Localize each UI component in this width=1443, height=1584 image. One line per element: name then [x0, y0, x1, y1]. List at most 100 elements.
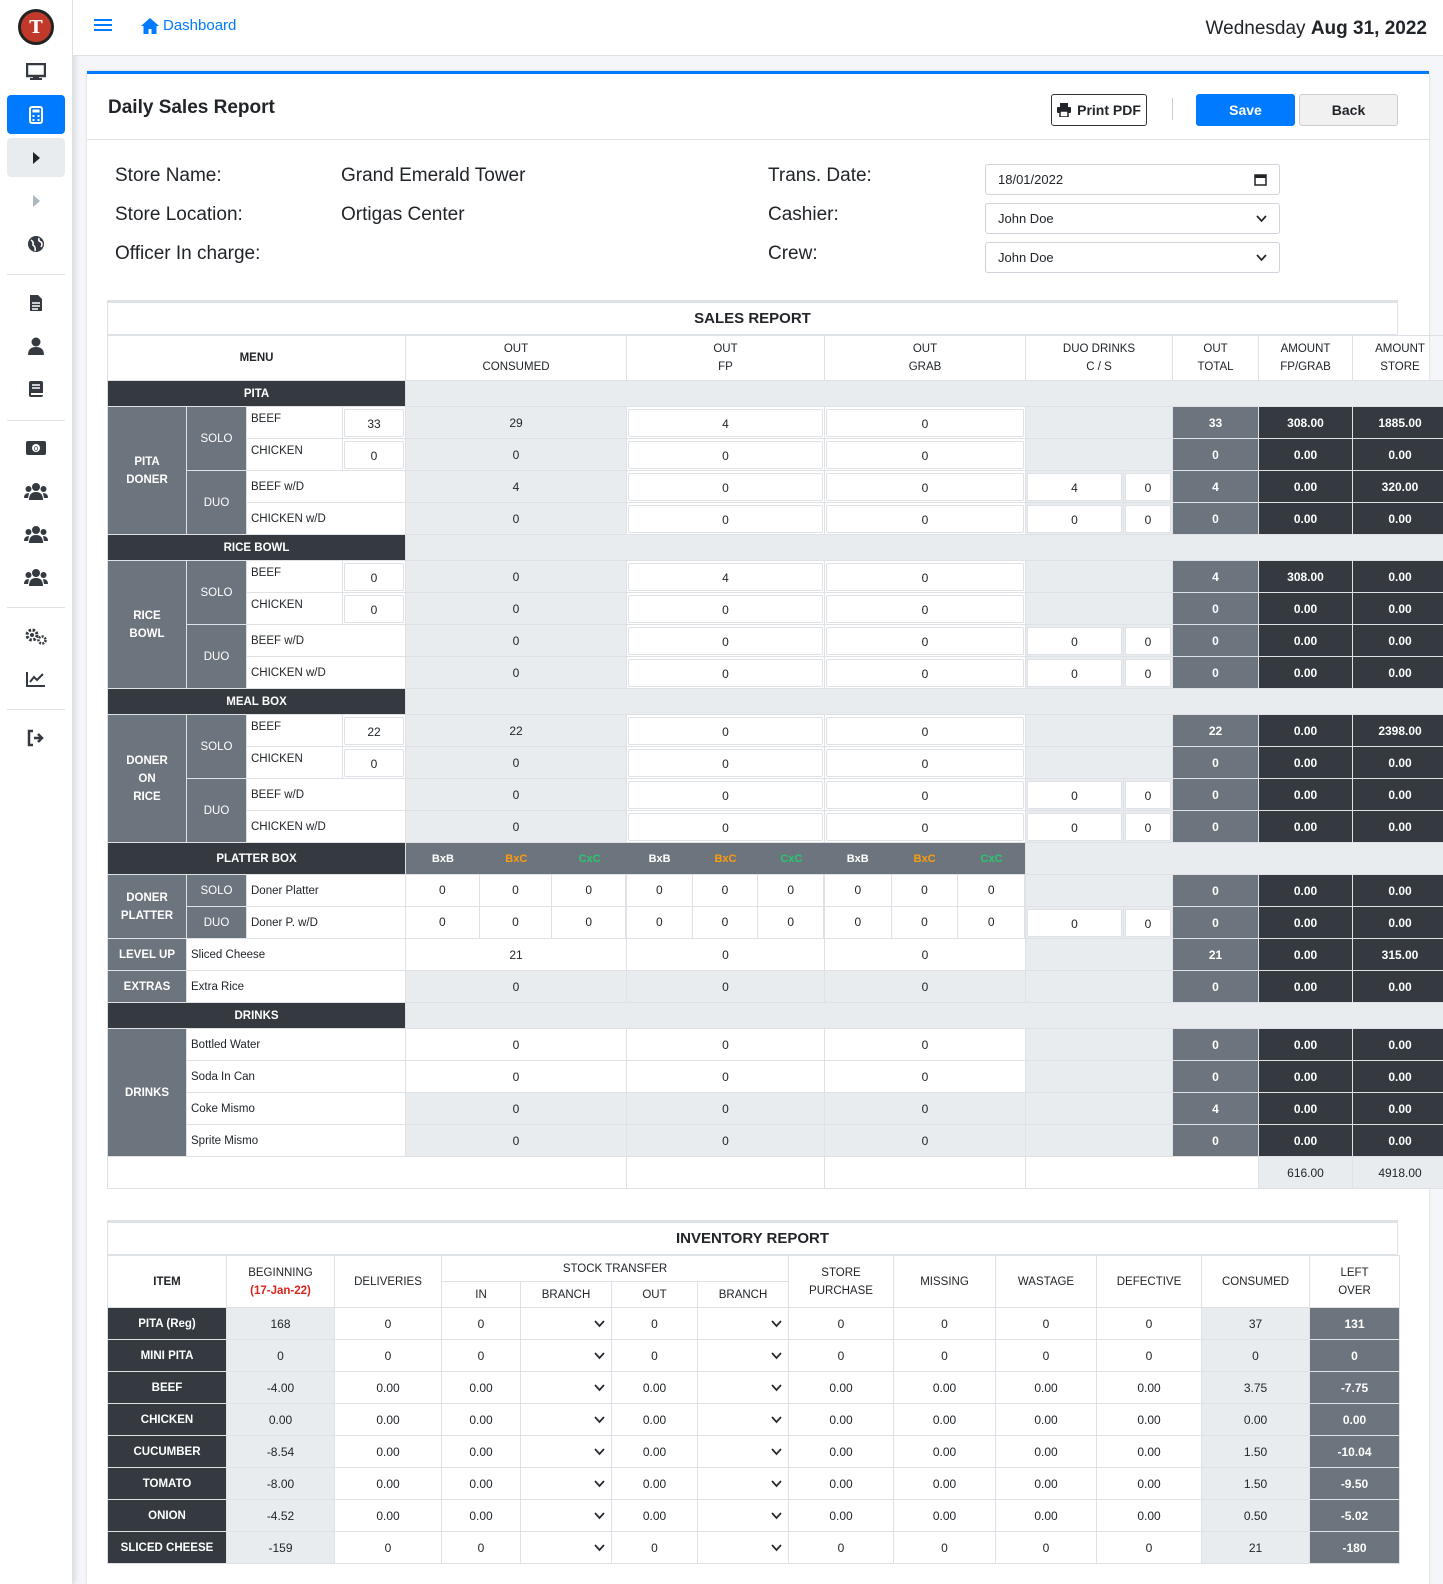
cogs-icon[interactable]: [7, 616, 65, 655]
qty-input[interactable]: 0: [344, 594, 404, 623]
transfer-out-input[interactable]: 0: [611, 1307, 698, 1340]
platter-input[interactable]: 0: [552, 875, 626, 906]
wastage-input[interactable]: 0.00: [995, 1403, 1097, 1436]
platter-input[interactable]: 0: [480, 907, 553, 938]
platter-input[interactable]: 0: [958, 907, 1025, 938]
out-grab-input[interactable]: 0: [826, 440, 1024, 469]
transfer-in-input[interactable]: 0: [441, 1307, 521, 1340]
desktop-icon[interactable]: [7, 52, 65, 91]
branch-out-select[interactable]: [697, 1371, 789, 1404]
qty-input[interactable]: 33: [344, 408, 404, 437]
deliveries-input[interactable]: 0.00: [334, 1467, 442, 1500]
out-fp-input[interactable]: 0: [628, 780, 823, 809]
branch-in-select[interactable]: [520, 1371, 612, 1404]
wastage-input[interactable]: 0.00: [995, 1499, 1097, 1532]
platter-input[interactable]: 0: [552, 907, 626, 938]
defective-input[interactable]: 0.00: [1096, 1371, 1202, 1404]
users-icon[interactable]: [7, 471, 65, 510]
branch-in-select[interactable]: [520, 1307, 612, 1340]
qty-input[interactable]: 0: [344, 748, 404, 777]
branch-in-select[interactable]: [520, 1467, 612, 1500]
transfer-in-input[interactable]: 0.00: [441, 1467, 521, 1500]
out-grab-input[interactable]: 0: [826, 658, 1024, 687]
branch-in-select[interactable]: [520, 1531, 612, 1564]
out-fp-input[interactable]: 0: [628, 472, 823, 501]
out-grab-input[interactable]: 0: [826, 408, 1024, 437]
missing-input[interactable]: 0.00: [893, 1403, 996, 1436]
print-pdf-button[interactable]: Print PDF: [1051, 94, 1147, 126]
out-grab-input[interactable]: 0: [826, 626, 1024, 655]
defective-input[interactable]: 0.00: [1096, 1403, 1202, 1436]
defective-input[interactable]: 0.00: [1096, 1435, 1202, 1468]
store-purchase-input[interactable]: 0: [788, 1307, 894, 1340]
logo[interactable]: T: [18, 9, 54, 45]
duo-s-input[interactable]: 0: [1125, 658, 1172, 687]
out-fp-input[interactable]: 0: [628, 748, 823, 777]
transfer-in-input[interactable]: 0: [441, 1339, 521, 1372]
transfer-in-input[interactable]: 0: [441, 1531, 521, 1564]
deliveries-input[interactable]: 0.00: [334, 1435, 442, 1468]
missing-input[interactable]: 0.00: [893, 1499, 996, 1532]
platter-input[interactable]: 0: [892, 907, 959, 938]
defective-input[interactable]: 0.00: [1096, 1499, 1202, 1532]
wastage-input[interactable]: 0: [995, 1339, 1097, 1372]
defective-input[interactable]: 0.00: [1096, 1467, 1202, 1500]
branch-in-select[interactable]: [520, 1435, 612, 1468]
store-purchase-input[interactable]: 0: [788, 1531, 894, 1564]
out-grab-input[interactable]: 0: [826, 812, 1024, 841]
duo-c-input[interactable]: 0: [1027, 780, 1122, 809]
platter-input[interactable]: 0: [407, 875, 480, 906]
store-purchase-input[interactable]: 0.00: [788, 1403, 894, 1436]
users-icon[interactable]: [7, 557, 65, 596]
out-fp-input[interactable]: 0: [628, 716, 823, 745]
defective-input[interactable]: 0: [1096, 1339, 1202, 1372]
transfer-in-input[interactable]: 0.00: [441, 1435, 521, 1468]
out-grab-input[interactable]: 0: [826, 472, 1024, 501]
transfer-in-input[interactable]: 0.00: [441, 1371, 521, 1404]
out-grab-input[interactable]: 0: [826, 562, 1024, 591]
defective-input[interactable]: 0: [1096, 1531, 1202, 1564]
transfer-out-input[interactable]: 0.00: [611, 1371, 698, 1404]
out-fp-input[interactable]: 0: [628, 812, 823, 841]
out-grab-input[interactable]: 0: [826, 594, 1024, 623]
deliveries-input[interactable]: 0.00: [334, 1403, 442, 1436]
platter-input[interactable]: 0: [958, 875, 1025, 906]
sign-out-icon[interactable]: [7, 718, 65, 757]
platter-input[interactable]: 0: [480, 875, 553, 906]
transfer-in-input[interactable]: 0.00: [441, 1499, 521, 1532]
transfer-out-input[interactable]: 0.00: [611, 1499, 698, 1532]
qty-input[interactable]: 0: [344, 562, 404, 591]
transfer-out-input[interactable]: 0: [611, 1531, 698, 1564]
wastage-input[interactable]: 0: [995, 1307, 1097, 1340]
out-fp-input[interactable]: 0: [628, 594, 823, 623]
wastage-input[interactable]: 0: [995, 1531, 1097, 1564]
qty-input[interactable]: 22: [344, 716, 404, 745]
branch-in-select[interactable]: [520, 1499, 612, 1532]
store-purchase-input[interactable]: 0.00: [788, 1371, 894, 1404]
duo-s-input[interactable]: 0: [1125, 626, 1172, 655]
out-grab-input[interactable]: 0: [826, 504, 1024, 533]
users-icon[interactable]: [7, 514, 65, 553]
store-purchase-input[interactable]: 0.00: [788, 1435, 894, 1468]
branch-out-select[interactable]: [697, 1339, 789, 1372]
out-grab-input[interactable]: 0: [826, 780, 1024, 809]
out-grab-input[interactable]: 0: [826, 716, 1024, 745]
deliveries-input[interactable]: 0: [334, 1531, 442, 1564]
platter-input[interactable]: 0: [628, 907, 693, 938]
branch-in-select[interactable]: [520, 1403, 612, 1436]
calculator-icon[interactable]: [7, 95, 65, 134]
missing-input[interactable]: 0: [893, 1339, 996, 1372]
duo-s-input[interactable]: 0: [1125, 472, 1172, 501]
store-purchase-input[interactable]: 0.00: [788, 1499, 894, 1532]
deliveries-input[interactable]: 0.00: [334, 1499, 442, 1532]
platter-input[interactable]: 0: [758, 907, 824, 938]
duo-s-input[interactable]: 0: [1125, 908, 1172, 937]
money-icon[interactable]: 0: [7, 428, 65, 467]
missing-input[interactable]: 0.00: [893, 1371, 996, 1404]
defective-input[interactable]: 0: [1096, 1307, 1202, 1340]
out-grab-input[interactable]: 0: [826, 748, 1024, 777]
back-button[interactable]: Back: [1299, 94, 1398, 126]
duo-c-input[interactable]: 0: [1027, 626, 1122, 655]
duo-c-input[interactable]: 4: [1027, 472, 1122, 501]
transfer-in-input[interactable]: 0.00: [441, 1403, 521, 1436]
